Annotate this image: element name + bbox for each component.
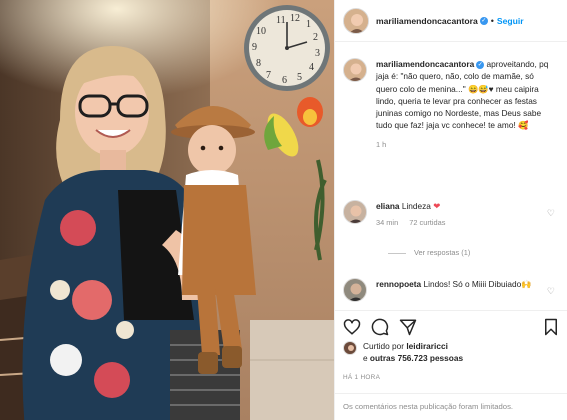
photo-illustration: 11 12 1 2 9 10 8 3 7 6 5 4 <box>0 0 334 420</box>
comment-username[interactable]: eliana <box>376 201 400 211</box>
liker-avatar[interactable] <box>343 341 357 355</box>
heart-emoji-icon: ❤ <box>433 201 441 211</box>
avatar-photo <box>344 342 356 354</box>
clock-number: 6 <box>282 75 287 86</box>
caption-message: aproveitando, pq jaja é: "não quero, não… <box>376 59 549 131</box>
liker-username[interactable]: leidiraricci <box>406 341 448 351</box>
comments-limited-notice: Os comentários nesta publicação foram li… <box>335 393 567 420</box>
post-caption: mariliamendoncacantora ✓ aproveitando, pq… <box>343 58 561 149</box>
comment-item: rennopoeta Lindos! Só o Miiii Dibuiado🙌 … <box>343 278 563 302</box>
comment-text: eliana Lindeza ❤ <box>376 200 550 212</box>
caption-avatar[interactable] <box>343 58 367 82</box>
comment-time[interactable]: 34 min <box>376 218 398 227</box>
clock-number: 12 <box>290 13 300 24</box>
caption-username[interactable]: mariliamendoncacantora <box>376 59 474 69</box>
posted-time[interactable]: HÁ 1 HORA <box>343 374 380 381</box>
clock-number: 1 <box>306 19 311 30</box>
author-avatar[interactable] <box>343 7 369 34</box>
comment-meta: 34 min 72 curtidas <box>376 218 550 227</box>
likes-summary: Curtido por leidiraricci e outras 756.72… <box>343 340 463 365</box>
clock-number: 4 <box>309 62 314 73</box>
clock-number: 5 <box>297 72 302 83</box>
comment-message: Lindos! Só o Miiii Dibuiado <box>421 279 522 289</box>
likes-count-link[interactable]: outras 756.723 pessoas <box>370 353 463 363</box>
avatar-photo <box>344 8 368 33</box>
verified-badge-icon: ✓ <box>479 16 488 25</box>
wall-clock: 11 12 1 2 9 10 8 3 7 6 5 4 <box>244 5 330 91</box>
avatar-photo <box>344 279 366 301</box>
comment-username[interactable]: rennopoeta <box>376 279 421 289</box>
separator-dot: • <box>490 15 494 26</box>
view-replies-button[interactable]: Ver respostas (1) <box>388 248 470 257</box>
heart-outline-icon[interactable] <box>343 318 361 336</box>
caption-timestamp[interactable]: 1 h <box>376 140 556 149</box>
likes-prefix: Curtido por <box>363 341 407 351</box>
clock-number: 8 <box>256 58 261 69</box>
comment-like-icon[interactable]: ♡ <box>547 286 555 297</box>
raised-hands-emoji-icon: 🙌 <box>521 279 532 289</box>
avatar-photo <box>344 201 366 223</box>
instagram-post: 11 12 1 2 9 10 8 3 7 6 5 4 mariliamendon… <box>0 0 567 420</box>
comment-likes[interactable]: 72 curtidas <box>409 218 445 227</box>
caption-body: mariliamendoncacantora ✓ aproveitando, pq… <box>376 58 556 149</box>
post-header: mariliamendoncacantora ✓ • Seguir <box>335 0 567 42</box>
clock-number: 9 <box>252 42 257 53</box>
clock-number: 10 <box>256 26 266 37</box>
author-username[interactable]: mariliamendoncacantora <box>376 16 478 26</box>
post-actions-bar <box>335 310 567 343</box>
comment-bubble-icon[interactable] <box>371 318 389 336</box>
bonfire-sticker <box>297 97 323 127</box>
likes-conjunction: e <box>363 353 370 364</box>
clock-number: 11 <box>276 15 286 26</box>
paper-plane-icon[interactable] <box>399 318 417 336</box>
likes-text: Curtido por leidiraricci e outras 756.72… <box>363 340 463 365</box>
comment-item: eliana Lindeza ❤ 34 min 72 curtidas ♡ <box>343 200 563 227</box>
comment-text: rennopoeta Lindos! Só o Miiii Dibuiado🙌 <box>376 278 550 290</box>
clock-number: 2 <box>313 32 318 43</box>
clock-number: 7 <box>266 70 271 81</box>
clock-number: 3 <box>315 48 320 59</box>
avatar-photo <box>344 59 366 81</box>
comment-message: Lindeza <box>399 201 431 211</box>
follow-button[interactable]: Seguir <box>497 16 524 26</box>
caption-text: mariliamendoncacantora ✓ aproveitando, pq… <box>376 58 556 132</box>
commenter-avatar[interactable] <box>343 278 367 302</box>
bookmark-icon[interactable] <box>542 318 560 336</box>
commenter-avatar[interactable] <box>343 200 367 224</box>
comment-body: eliana Lindeza ❤ 34 min 72 curtidas <box>376 200 550 227</box>
post-details-panel: mariliamendoncacantora ✓ • Seguir marili… <box>334 0 567 420</box>
comment-body: rennopoeta Lindos! Só o Miiii Dibuiado🙌 <box>376 278 550 302</box>
post-photo[interactable]: 11 12 1 2 9 10 8 3 7 6 5 4 <box>0 0 334 420</box>
comment-like-icon[interactable]: ♡ <box>547 208 555 219</box>
